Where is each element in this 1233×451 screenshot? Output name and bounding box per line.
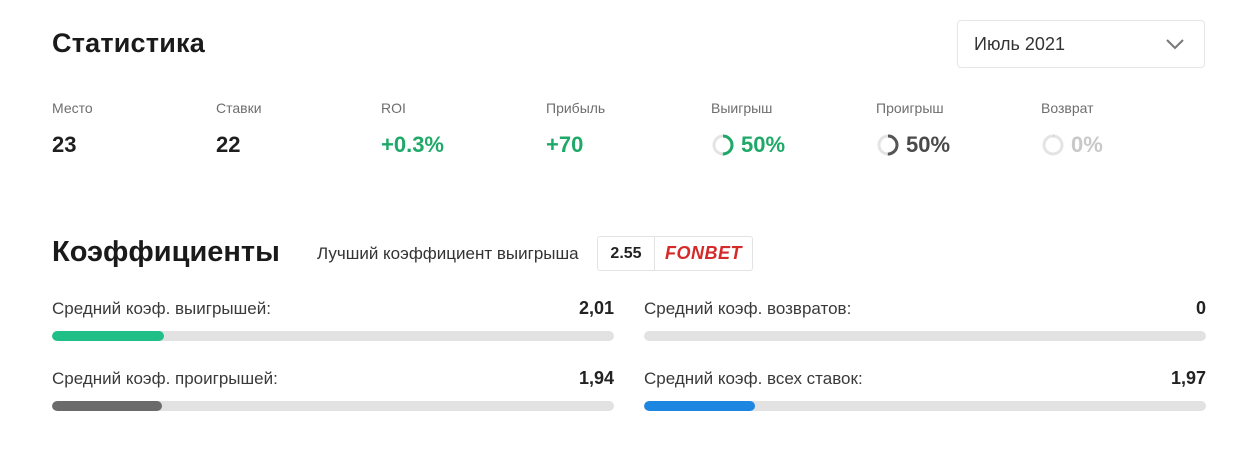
stat-label: Место [52, 100, 93, 116]
coef-label: Средний коэф. возвратов: [644, 299, 852, 318]
stat-value-wrap: 50% [876, 132, 950, 158]
stat-roi: ROI +0.3% [381, 100, 444, 158]
coef-bar [644, 401, 1206, 411]
stat-label: Прибыль [546, 100, 606, 116]
coef-value: 1,97 [1170, 368, 1206, 388]
stat-label: Проигрыш [876, 100, 944, 116]
coef-row-wins: Средний коэф. выигрышей: 2,01 [52, 298, 614, 341]
stat-profit: Прибыль +70 [546, 100, 605, 158]
best-odd-badge[interactable]: 2.55 FONBET [597, 236, 753, 271]
coef-bar-fill [52, 401, 162, 411]
coef-bar [52, 401, 614, 411]
coef-row-losses: Средний коэф. проигрышей: 1,94 [52, 368, 614, 411]
coef-label: Средний коэф. проигрышей: [52, 369, 278, 388]
stat-wins: Выигрыш 50% [711, 100, 785, 158]
coef-bar [644, 331, 1206, 341]
coef-value: 1,94 [578, 368, 614, 388]
coef-row-all: Средний коэф. всех ставок: 1,97 [644, 368, 1206, 411]
coefficients-title: Коэффициенты [52, 236, 280, 268]
bookmaker-logo: FONBET [665, 243, 742, 263]
stat-place: Место 23 [52, 100, 93, 158]
stat-label: Выигрыш [711, 100, 773, 116]
best-odd-label: Лучший коэффициент выигрыша [317, 244, 579, 263]
stat-value-wrap: 50% [711, 132, 785, 158]
coef-row-refunds: Средний коэф. возвратов: 0 [644, 298, 1206, 341]
coef-value: 0 [1195, 298, 1206, 318]
coef-bar-fill [52, 331, 165, 341]
month-select[interactable]: Июль 2021 [957, 20, 1205, 68]
stat-value: 22 [216, 132, 241, 157]
stat-label: Ставки [216, 100, 262, 116]
coef-value: 2,01 [578, 298, 614, 318]
stat-label: Возврат [1041, 100, 1094, 116]
coef-label: Средний коэф. всех ставок: [644, 369, 863, 388]
win-ring-icon [712, 134, 734, 156]
page-title: Статистика [52, 28, 205, 58]
coef-bar-fill [644, 401, 755, 411]
stat-refunds: Возврат 0% [1041, 100, 1103, 158]
month-select-value: Июль 2021 [974, 33, 1065, 54]
stat-value-wrap: 0% [1041, 132, 1103, 158]
chevron-down-icon [1166, 39, 1184, 50]
stat-value: +0.3% [381, 132, 444, 157]
loss-ring-icon [877, 134, 899, 156]
stat-value: +70 [546, 132, 584, 157]
stat-bets: Ставки 22 [216, 100, 262, 158]
stat-value: 23 [52, 132, 77, 157]
coef-label: Средний коэф. выигрышей: [52, 299, 271, 318]
best-odd-value: 2.55 [598, 237, 655, 270]
stat-losses: Проигрыш 50% [876, 100, 950, 158]
refund-ring-icon [1042, 134, 1064, 156]
coef-bar [52, 331, 614, 341]
stat-label: ROI [381, 100, 406, 116]
stat-value: 50% [741, 132, 786, 157]
stat-value: 0% [1071, 132, 1103, 157]
stat-value: 50% [906, 132, 951, 157]
